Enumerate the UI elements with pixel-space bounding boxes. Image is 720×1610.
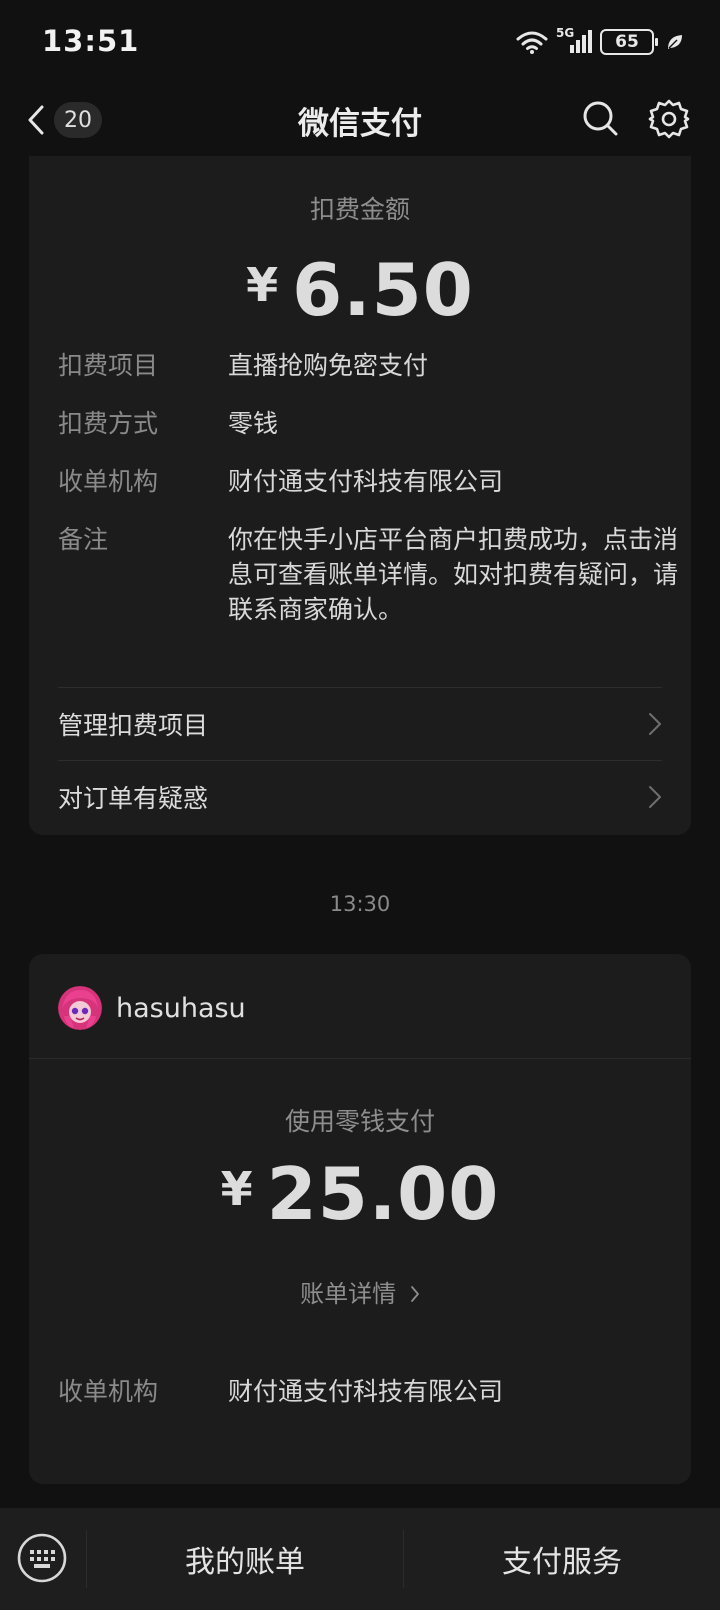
unread-count-badge: 20 [54, 102, 102, 138]
deduction-amount: ¥6.50 [29, 248, 691, 332]
back-chevron-icon [28, 105, 44, 135]
chevron-right-icon [649, 713, 661, 735]
status-icons: 5G 65 [516, 26, 684, 56]
remark-value: 你在快手小店平台商户扣费成功，点击消息可查看账单详情。如对扣费有疑问，请联系商家… [228, 525, 679, 624]
payment-card[interactable]: hasuhasu 使用零钱支付 ¥25.00 账单详情 收单机构 财付通支付科技… [29, 954, 691, 1484]
status-time: 13:51 [42, 24, 140, 58]
deduction-card: 扣费金额 ¥6.50 扣费项目 直播抢购免密支付 扣费方式 零钱 收单机构 财付… [29, 156, 691, 835]
detail-value: 零钱 [228, 409, 279, 438]
bill-details-label: 账单详情 [300, 1280, 397, 1308]
detail-key: 备注 [58, 525, 109, 554]
settings-button[interactable] [646, 96, 692, 142]
detail-value: 直播抢购免密支付 [228, 351, 429, 380]
link-label: 管理扣费项目 [58, 711, 209, 740]
battery-icon: 65 [600, 29, 658, 55]
merchant-avatar [58, 986, 102, 1030]
battery-level: 65 [615, 32, 639, 52]
payment-amount: ¥25.00 [29, 1152, 691, 1236]
keyboard-toggle-button[interactable] [16, 1532, 68, 1584]
pay-method-label: 使用零钱支付 [284, 1107, 435, 1136]
wifi-icon [516, 31, 548, 54]
detail-value: 财付通支付科技有限公司 [228, 1377, 504, 1406]
currency-symbol: ¥ [246, 258, 279, 312]
settings-gear-icon [648, 99, 690, 139]
signal-icon: 5G [556, 26, 592, 55]
detail-value: 财付通支付科技有限公司 [228, 467, 504, 496]
amount-value: 6.50 [292, 248, 474, 332]
detail-key: 扣费方式 [58, 409, 159, 438]
chevron-right-icon [649, 786, 661, 808]
order-question-link[interactable]: 对订单有疑惑 [58, 761, 662, 833]
bottom-bar: 我的账单 支付服务 [0, 1508, 720, 1610]
my-bills-button[interactable]: 我的账单 [87, 1508, 403, 1610]
message-timestamp: 13:30 [329, 892, 391, 916]
merchant-name: hasuhasu [116, 992, 246, 1024]
detail-key: 扣费项目 [58, 351, 159, 380]
detail-key: 收单机构 [58, 1377, 159, 1406]
back-button[interactable]: 20 [24, 96, 114, 144]
search-icon [583, 101, 618, 136]
header: 20 微信支付 [0, 84, 720, 156]
bill-details-link[interactable]: 账单详情 [29, 1274, 691, 1309]
chevron-right-icon [410, 1286, 419, 1302]
deduction-amount-label: 扣费金额 [309, 195, 410, 224]
divider [29, 1058, 691, 1059]
status-bar: 13:51 5G 65 [0, 0, 720, 84]
currency-symbol: ¥ [220, 1162, 253, 1216]
amount-value: 25.00 [266, 1152, 500, 1236]
pay-services-button[interactable]: 支付服务 [404, 1508, 720, 1610]
search-button[interactable] [578, 96, 624, 142]
keyboard-icon [17, 1533, 67, 1583]
manage-deduction-link[interactable]: 管理扣费项目 [58, 688, 662, 760]
detail-key: 收单机构 [58, 467, 159, 496]
link-label: 对订单有疑惑 [58, 784, 209, 813]
merchant-header[interactable]: hasuhasu [58, 984, 246, 1032]
leaf-icon [668, 35, 682, 49]
